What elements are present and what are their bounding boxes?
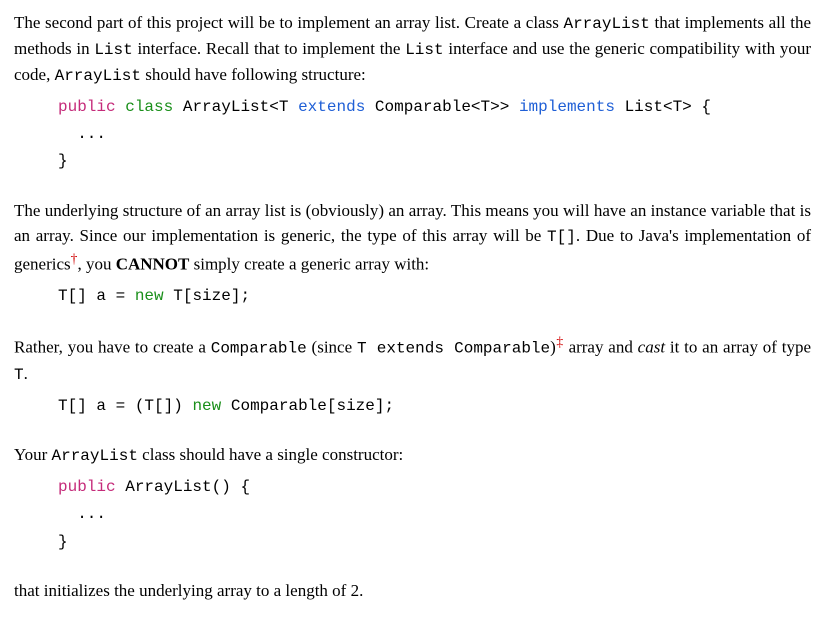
code-list: List <box>405 41 443 59</box>
code-arraylist: ArrayList <box>563 15 649 33</box>
paragraph-rather: Rather, you have to create a Comparable … <box>14 332 811 387</box>
code-lhs: T[] a = <box>58 287 125 305</box>
text: should have following structure: <box>141 65 366 84</box>
keyword-implements: implements <box>519 98 615 116</box>
code-t-array: T[] <box>547 228 576 246</box>
paragraph-constructor: Your ArrayList class should have a singl… <box>14 442 811 468</box>
code-block-class-decl: public class ArrayList<T extends Compara… <box>58 94 811 176</box>
paragraph-intro: The second part of this project will be … <box>14 10 811 88</box>
text: , you <box>77 255 115 274</box>
keyword-new: new <box>192 397 221 415</box>
code-rhs: Comparable[size]; <box>231 397 394 415</box>
code-comparable: Comparable <box>211 340 307 358</box>
code-ellipsis: ... <box>58 505 106 523</box>
code-arraylist: ArrayList <box>55 67 141 85</box>
keyword-public: public <box>58 98 116 116</box>
code-comparable: Comparable<T>> <box>375 98 509 116</box>
code-block-bad-array: T[] a = new T[size]; <box>58 283 811 310</box>
code-classname: ArrayList<T <box>183 98 289 116</box>
text: interface. Recall that to implement the <box>133 39 405 58</box>
code-arraylist: ArrayList <box>52 447 138 465</box>
emphasis-cannot: CANNOT <box>116 255 190 274</box>
code-close-brace: } <box>58 533 68 551</box>
code-lhs: T[] a = (T[]) <box>58 397 183 415</box>
code-constructor-name: ArrayList() { <box>125 478 250 496</box>
keyword-extends: extends <box>298 98 365 116</box>
code-block-cast-array: T[] a = (T[]) new Comparable[size]; <box>58 393 811 420</box>
footnote-double-dagger: ‡ <box>556 334 564 349</box>
code-rhs: T[size]; <box>173 287 250 305</box>
code-extends: T extends Comparable <box>357 340 550 358</box>
code-list: List <box>94 41 132 59</box>
code-block-constructor: public ArrayList() { ... } <box>58 474 811 556</box>
text: array and <box>564 338 638 357</box>
paragraph-underlying: The underlying structure of an array lis… <box>14 198 811 278</box>
keyword-public: public <box>58 478 116 496</box>
text: Your <box>14 445 52 464</box>
text: The second part of this project will be … <box>14 13 563 32</box>
text: that initializes the underlying array to… <box>14 581 363 600</box>
text: . <box>24 364 28 383</box>
code-list-t: List<T> { <box>625 98 711 116</box>
text: Rather, you have to create a <box>14 338 211 357</box>
code-ellipsis: ... <box>58 125 106 143</box>
emphasis-cast: cast <box>638 338 665 357</box>
text: class should have a single constructor: <box>138 445 403 464</box>
text: simply create a generic array with: <box>189 255 429 274</box>
keyword-new: new <box>135 287 164 305</box>
code-t: T <box>14 366 24 384</box>
keyword-class: class <box>125 98 173 116</box>
text: it to an array of type <box>665 338 811 357</box>
text: (since <box>307 338 357 357</box>
code-close-brace: } <box>58 152 68 170</box>
paragraph-init: that initializes the underlying array to… <box>14 578 811 604</box>
